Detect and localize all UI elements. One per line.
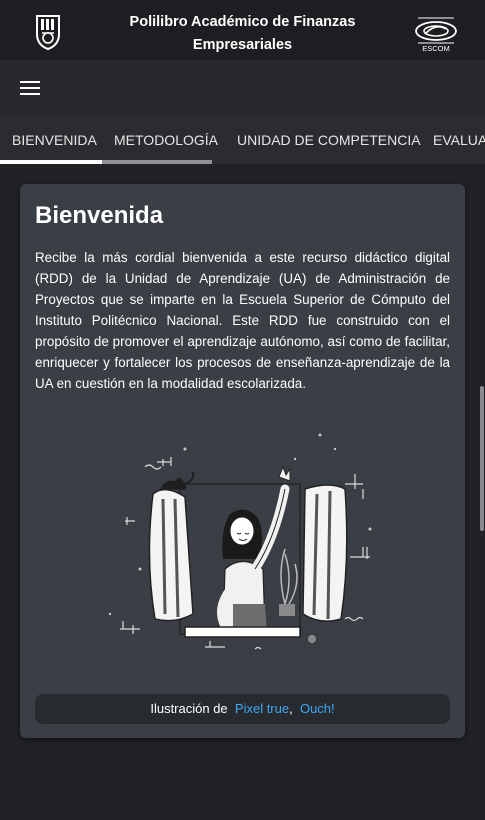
credit-link-pixel-true[interactable]: Pixel true <box>235 701 289 716</box>
tab-unidad-de-competencia[interactable]: UNIDAD DE COMPETENCIA <box>237 117 421 164</box>
top-app-bar: Polilibro Académico de Finanzas Empresar… <box>0 0 485 61</box>
app-title-line-1: Polilibro Académico de Finanzas <box>129 14 356 30</box>
tab-bar: BIENVENIDA METODOLOGÍA UNIDAD DE COMPETE… <box>0 117 485 164</box>
escom-logo-icon: ESCOM <box>415 17 457 53</box>
woman-waving-window-illustration <box>108 433 372 650</box>
tab-bienvenida[interactable]: BIENVENIDA <box>12 117 97 164</box>
app-title-line-2: Empresariales <box>192 37 293 53</box>
card-body-text: Recibe la más cordial bienvenida a este … <box>35 250 450 391</box>
ipn-logo-icon <box>36 15 60 50</box>
credit-separator: , <box>289 701 293 716</box>
toolbar <box>0 61 485 117</box>
card-title: Bienvenida <box>35 202 164 229</box>
credit-prefix: Ilustración de <box>150 701 228 716</box>
escom-logo-text: ESCOM <box>422 44 450 53</box>
active-tab-indicator <box>0 160 102 164</box>
scrollbar-thumb[interactable] <box>480 386 484 531</box>
tab-evaluacion[interactable]: EVALUACIÓN <box>433 117 485 164</box>
illustration-credit: Ilustración de Pixel true, Ouch! <box>35 694 450 724</box>
credit-link-ouch[interactable]: Ouch! <box>300 701 335 716</box>
tab-metodologia[interactable]: METODOLOGÍA <box>114 117 218 164</box>
tab-indicator-secondary <box>102 160 212 164</box>
welcome-card: Bienvenida Recibe la más cordial bienven… <box>20 184 465 738</box>
hamburger-menu-icon[interactable] <box>20 80 40 96</box>
app-title: Polilibro Académico de Finanzas Empresar… <box>110 11 375 57</box>
